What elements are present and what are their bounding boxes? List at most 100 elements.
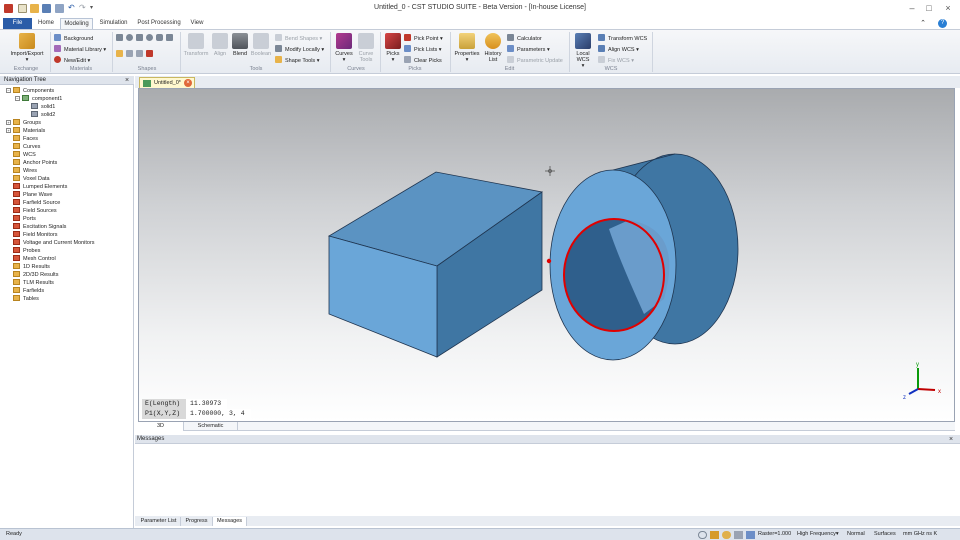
tab-view[interactable]: View (186, 18, 208, 29)
tab-progress[interactable]: Progress (181, 517, 213, 526)
tab-schematic[interactable]: Schematic (184, 422, 238, 431)
tree-item-components[interactable]: − Components (6, 87, 54, 95)
tree-item-groups[interactable]: + Groups (6, 119, 41, 127)
view-options-icon[interactable] (746, 531, 755, 539)
tree-item-2d-3d-results[interactable]: 2D/3D Results (6, 271, 58, 279)
curve-tools-button[interactable]: Curve Tools (355, 33, 377, 63)
tree-item-component1[interactable]: − component1 (15, 95, 62, 103)
solid1-box[interactable] (327, 171, 544, 358)
boolean-button[interactable]: Boolean (250, 33, 272, 57)
tab-modeling[interactable]: Modeling (60, 18, 93, 29)
shape-from-curve-icon[interactable] (146, 50, 153, 57)
parameters-button[interactable]: Parameters ▾ (507, 45, 550, 54)
tree-item-anchor-points[interactable]: Anchor Points (6, 159, 57, 167)
curves-button[interactable]: Curves ▾ (333, 33, 355, 63)
picks-button[interactable]: Picks ▾ (383, 33, 403, 63)
fit-view-icon[interactable] (734, 531, 743, 539)
close-messages-icon[interactable]: × (949, 436, 953, 443)
raster-indicator[interactable]: Raster=1.000 (758, 531, 791, 537)
torus-icon[interactable] (146, 34, 153, 41)
close-window-button[interactable]: × (940, 3, 956, 14)
zoom-icon[interactable] (698, 531, 707, 539)
solid2-cylinder[interactable] (546, 153, 739, 361)
collapse-icon[interactable]: − (15, 96, 20, 101)
local-wcs-button[interactable]: Local WCS ▾ (572, 33, 594, 69)
new-edit-material-button[interactable]: New/Edit ▾ (54, 56, 90, 65)
ribbon-collapse-icon[interactable]: ⌃ (918, 18, 928, 29)
tree-item-curves[interactable]: Curves (6, 143, 40, 151)
picked-point-marker[interactable] (546, 258, 552, 264)
tree-item-voltage-and-current-monitors[interactable]: Voltage and Current Monitors (6, 239, 95, 247)
tree-item-tlm-results[interactable]: TLM Results (6, 279, 54, 287)
tree-item-solid2[interactable]: solid2 (24, 111, 55, 119)
help-icon[interactable]: ? (938, 19, 947, 28)
modify-locally-button[interactable]: Modify Locally ▾ (275, 45, 324, 54)
tree-item-farfields[interactable]: Farfields (6, 287, 44, 295)
tree-item-faces[interactable]: Faces (6, 135, 38, 143)
parametric-update-button[interactable]: Parametric Update (507, 56, 563, 65)
close-document-icon[interactable]: × (184, 79, 192, 87)
tree-item-probes[interactable]: Probes (6, 247, 40, 255)
brick-icon[interactable] (116, 34, 123, 41)
sphere-icon[interactable] (126, 34, 133, 41)
expand-icon[interactable]: + (6, 128, 11, 133)
tree-item-tables[interactable]: Tables (6, 295, 39, 303)
units-indicator[interactable]: mm GHz ns K (903, 531, 937, 537)
3d-viewport[interactable]: y x z (138, 88, 955, 422)
pick-lists-button[interactable]: Pick Lists ▾ (404, 45, 442, 54)
surfaces-indicator[interactable]: Surfaces (874, 531, 896, 537)
cylinder-icon[interactable] (156, 34, 163, 41)
properties-button[interactable]: Properties ▾ (452, 33, 482, 63)
clear-picks-button[interactable]: Clear Picks (404, 56, 442, 65)
expand-icon[interactable]: + (6, 120, 11, 125)
close-navigation-tree-icon[interactable]: × (125, 77, 129, 84)
pan-icon[interactable] (710, 531, 719, 539)
rotate-icon[interactable] (126, 50, 133, 57)
tab-home[interactable]: Home (34, 18, 58, 29)
align-button[interactable]: Align (209, 33, 231, 57)
tab-file[interactable]: File (3, 18, 32, 29)
document-tab[interactable]: Untitled_0* × (139, 77, 195, 88)
extrude-icon[interactable] (116, 50, 123, 57)
transform-button[interactable]: Transform (182, 33, 210, 57)
material-library-button[interactable]: Material Library ▾ (54, 45, 106, 54)
tab-post-processing[interactable]: Post Processing (134, 18, 184, 29)
align-wcs-button[interactable]: Align WCS ▾ (598, 45, 639, 54)
cone-icon[interactable] (136, 34, 143, 41)
background-button[interactable]: Background (54, 34, 93, 43)
tree-item-ports[interactable]: Ports (6, 215, 36, 223)
tab-simulation[interactable]: Simulation (95, 18, 132, 29)
history-list-button[interactable]: History List (482, 33, 504, 63)
pick-point-button[interactable]: Pick Point ▾ (404, 34, 443, 43)
frequency-mode-dropdown[interactable]: High Frequency▾ (797, 531, 839, 537)
tab-parameter-list[interactable]: Parameter List (137, 517, 181, 526)
bend-shapes-button[interactable]: Bend Shapes ▾ (275, 34, 322, 43)
tree-item-field-sources[interactable]: Field Sources (6, 207, 57, 215)
tab-3d[interactable]: 3D (138, 422, 184, 431)
tab-messages[interactable]: Messages (213, 517, 247, 526)
tree-item-wcs[interactable]: WCS (6, 151, 36, 159)
loft-icon[interactable] (136, 50, 143, 57)
maximize-button[interactable]: □ (921, 3, 937, 14)
tree-item-solid1[interactable]: solid1 (24, 103, 55, 111)
tree-item-excitation-signals[interactable]: Excitation Signals (6, 223, 66, 231)
tree-item-field-monitors[interactable]: Field Monitors (6, 231, 58, 239)
tree-item-materials[interactable]: + Materials (6, 127, 45, 135)
normal-mode-indicator[interactable]: Normal (847, 531, 865, 537)
calculator-button[interactable]: Calculator (507, 34, 542, 43)
shape-tools-button[interactable]: Shape Tools ▾ (275, 56, 319, 65)
minimize-button[interactable]: – (904, 3, 920, 14)
tree-item-1d-results[interactable]: 1D Results (6, 263, 50, 271)
tree-item-farfield-source[interactable]: Farfield Source (6, 199, 60, 207)
blend-button[interactable]: Blend (230, 33, 250, 57)
fix-wcs-button[interactable]: Fix WCS ▾ (598, 56, 634, 65)
transform-wcs-button[interactable]: Transform WCS (598, 34, 647, 43)
tree-item-lumped-elements[interactable]: Lumped Elements (6, 183, 67, 191)
tree-item-plane-wave[interactable]: Plane Wave (6, 191, 52, 199)
rotate-view-icon[interactable] (722, 531, 731, 539)
ecylinder-icon[interactable] (166, 34, 173, 41)
tree-item-mesh-control[interactable]: Mesh Control (6, 255, 56, 263)
tree-item-voxel-data[interactable]: Voxel Data (6, 175, 50, 183)
collapse-icon[interactable]: − (6, 88, 11, 93)
import-export-button[interactable]: Import/Export ▾ (6, 33, 48, 63)
